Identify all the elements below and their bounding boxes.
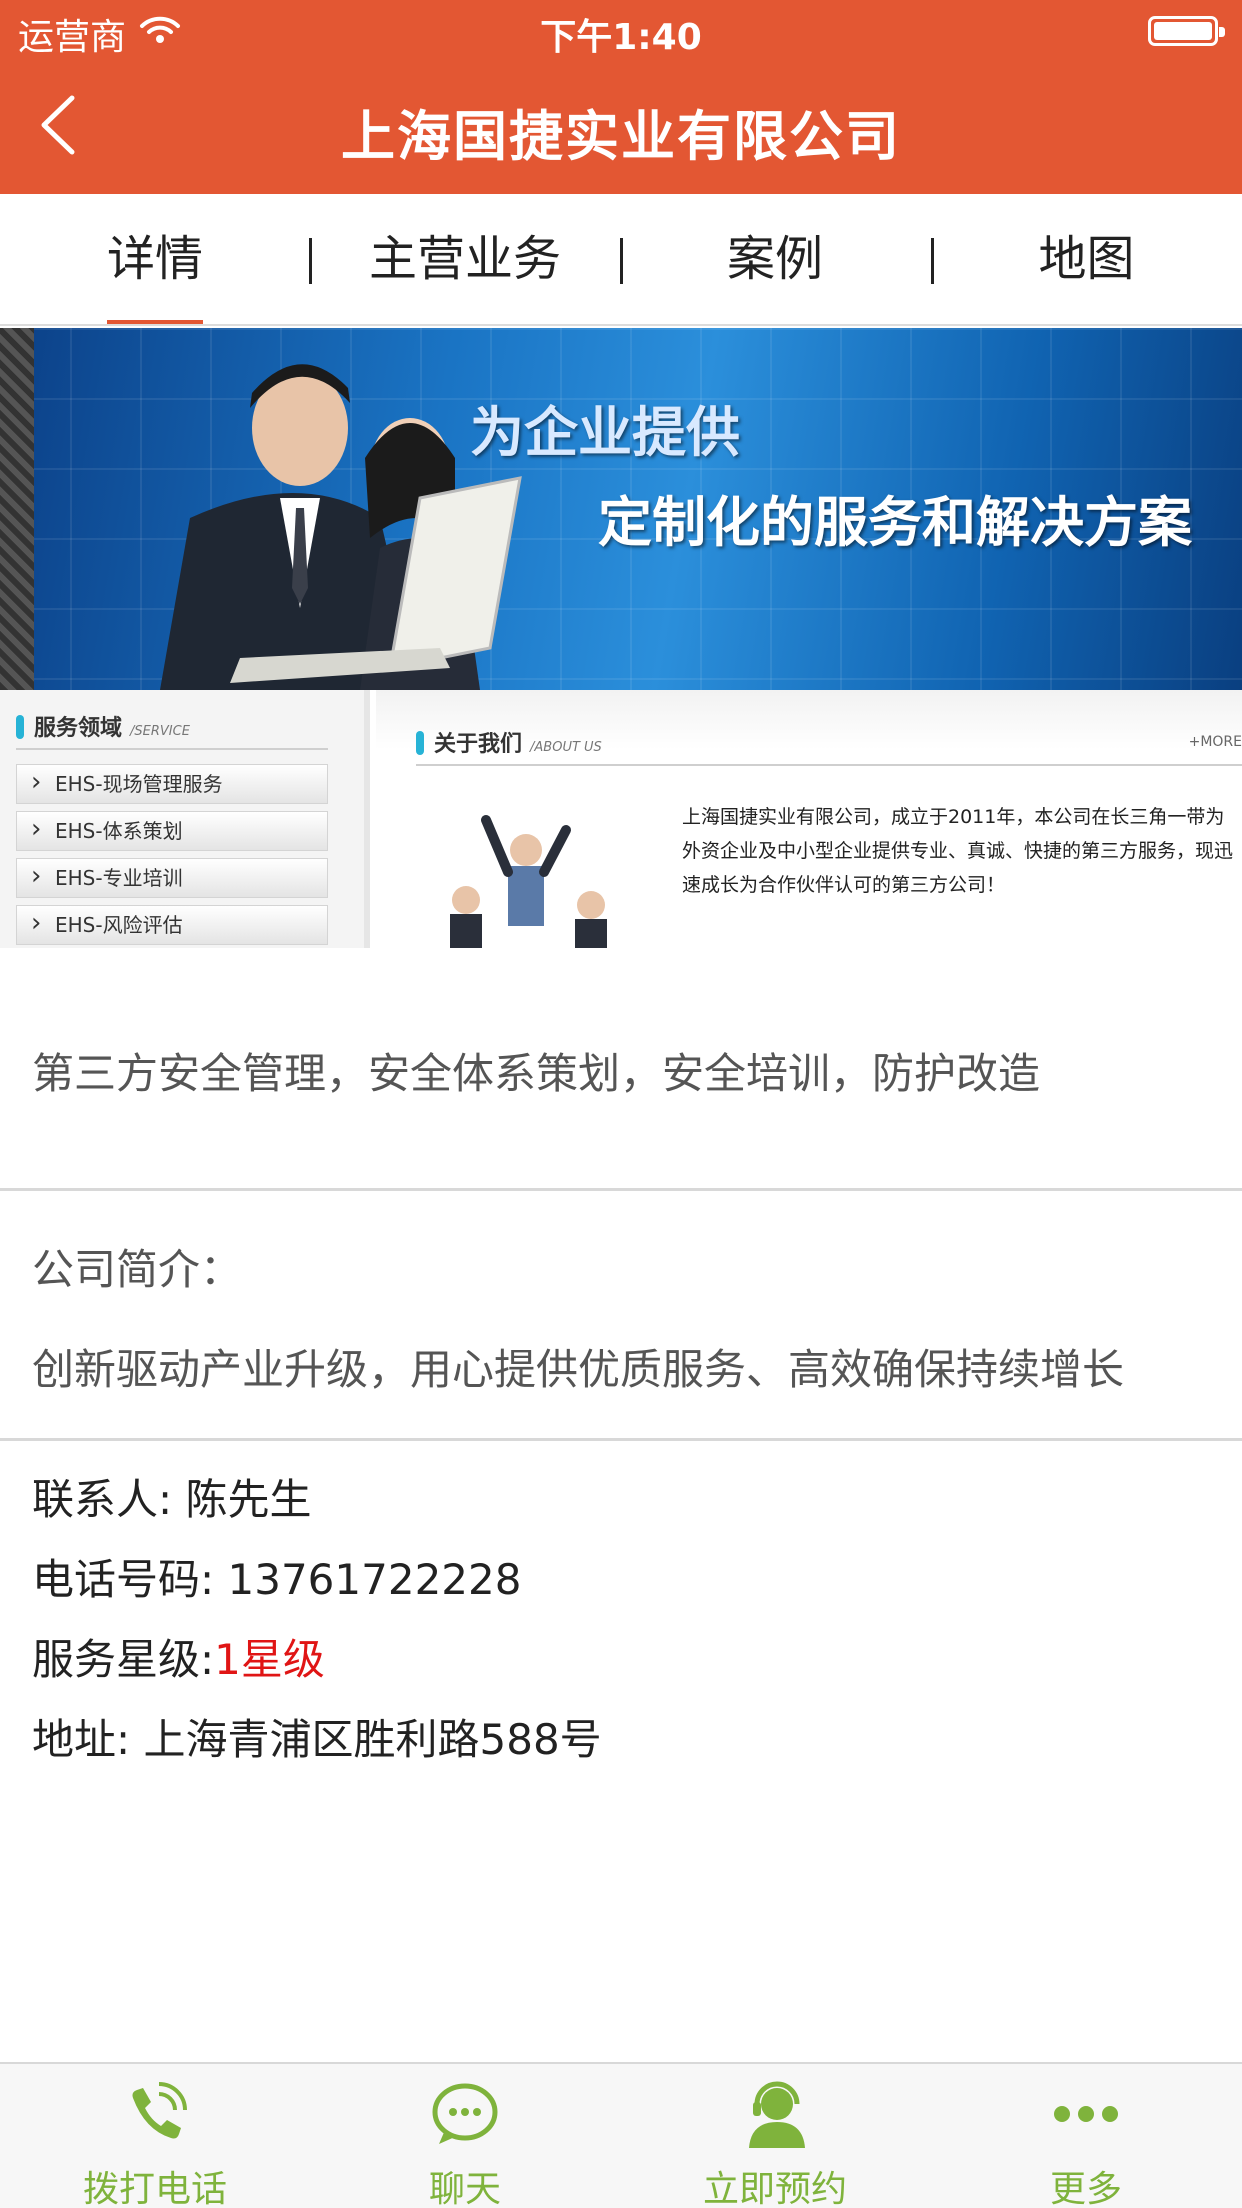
more-dots-icon [1054, 2106, 1118, 2122]
service-panel: 服务领域/SERVICE EHS-现场管理服务 EHS-体系策划 EHS-专业培… [0, 690, 370, 948]
more-button[interactable]: 更多 [931, 2064, 1241, 2208]
service-menu-item: EHS-专业培训 [16, 857, 328, 898]
intro-label: 公司简介： [32, 1245, 243, 1294]
divider [0, 1438, 1242, 1441]
banner-headline: 为企业提供 [470, 401, 740, 464]
service-menu-item: EHS-风险评估 [16, 904, 328, 945]
tab-details[interactable]: 详情 [0, 194, 310, 324]
more-label: 更多 [1049, 2169, 1122, 2208]
call-button[interactable]: 拨打电话 [0, 2064, 310, 2208]
bottom-action-bar: 拨打电话 聊天 立即预约 更多 [0, 2062, 1242, 2208]
contact-person: 联系人: 陈先生 [32, 1475, 312, 1524]
website-preview-image: 服务领域/SERVICE EHS-现场管理服务 EHS-体系策划 EHS-专业培… [0, 690, 1242, 948]
status-bar: 运营商 下午1:40 [0, 0, 1242, 62]
about-paragraph: 上海国捷实业有限公司，成立于2011年，本公司在长三角一带为外资企业及中小型企业… [682, 806, 1234, 896]
banner-subheadline: 定制化的服务和解决方案 [598, 491, 1192, 554]
rating-value: 1星级 [214, 1635, 325, 1684]
service-menu: EHS-现场管理服务 EHS-体系策划 EHS-专业培训 EHS-风险评估 [16, 763, 328, 948]
banner-image: 为企业提供 定制化的服务和解决方案 [0, 328, 1242, 690]
more-link: +MORE [1188, 734, 1242, 750]
service-menu-item: EHS-体系策划 [16, 810, 328, 851]
service-title: 服务领域/SERVICE [16, 710, 190, 742]
status-time: 下午1:40 [540, 17, 702, 58]
divider [0, 1188, 1242, 1191]
book-now-label: 立即预约 [702, 2169, 847, 2208]
tab-main-business[interactable]: 主营业务 [310, 194, 620, 324]
tab-bar: 详情 主营业务 案例 地图 [0, 194, 1242, 326]
team-photo [450, 815, 607, 948]
book-now-button[interactable]: 立即预约 [620, 2064, 930, 2208]
contact-address: 地址: 上海青浦区胜利路588号 [32, 1715, 602, 1764]
page-title: 上海国捷实业有限公司 [341, 105, 901, 168]
battery-icon [1148, 16, 1225, 46]
business-summary: 第三方安全管理，安全体系策划，安全培训，防护改造 [32, 1049, 1041, 1098]
chat-bubble-icon [432, 2083, 498, 2144]
call-label: 拨打电话 [82, 2169, 227, 2208]
about-title: 关于我们/ABOUT US [416, 726, 602, 758]
intro-text: 创新驱动产业升级，用心提供优质服务、高效确保持续增长 [32, 1345, 1125, 1394]
phone-icon [132, 2082, 187, 2139]
tab-cases[interactable]: 案例 [620, 194, 930, 324]
header-bar: 运营商 下午1:40 上海国捷实业有限公司 [0, 0, 1242, 194]
contact-phone: 电话号码: 13761722228 [32, 1555, 522, 1604]
service-rating: 服务星级:1星级 [32, 1635, 325, 1684]
app-screen: 运营商 下午1:40 上海国捷实业有限公司 详情 主营业务 案例 地图 为企业提… [0, 0, 1242, 2208]
chat-label: 聊天 [428, 2169, 501, 2208]
chat-button[interactable]: 聊天 [310, 2064, 620, 2208]
about-panel: 关于我们/ABOUT US +MORE 上海国捷实业有限公司，成立于2011年，… [376, 690, 1242, 948]
service-menu-item: EHS-现场管理服务 [16, 763, 328, 804]
tab-map[interactable]: 地图 [931, 194, 1242, 324]
customer-service-icon [749, 2081, 805, 2148]
